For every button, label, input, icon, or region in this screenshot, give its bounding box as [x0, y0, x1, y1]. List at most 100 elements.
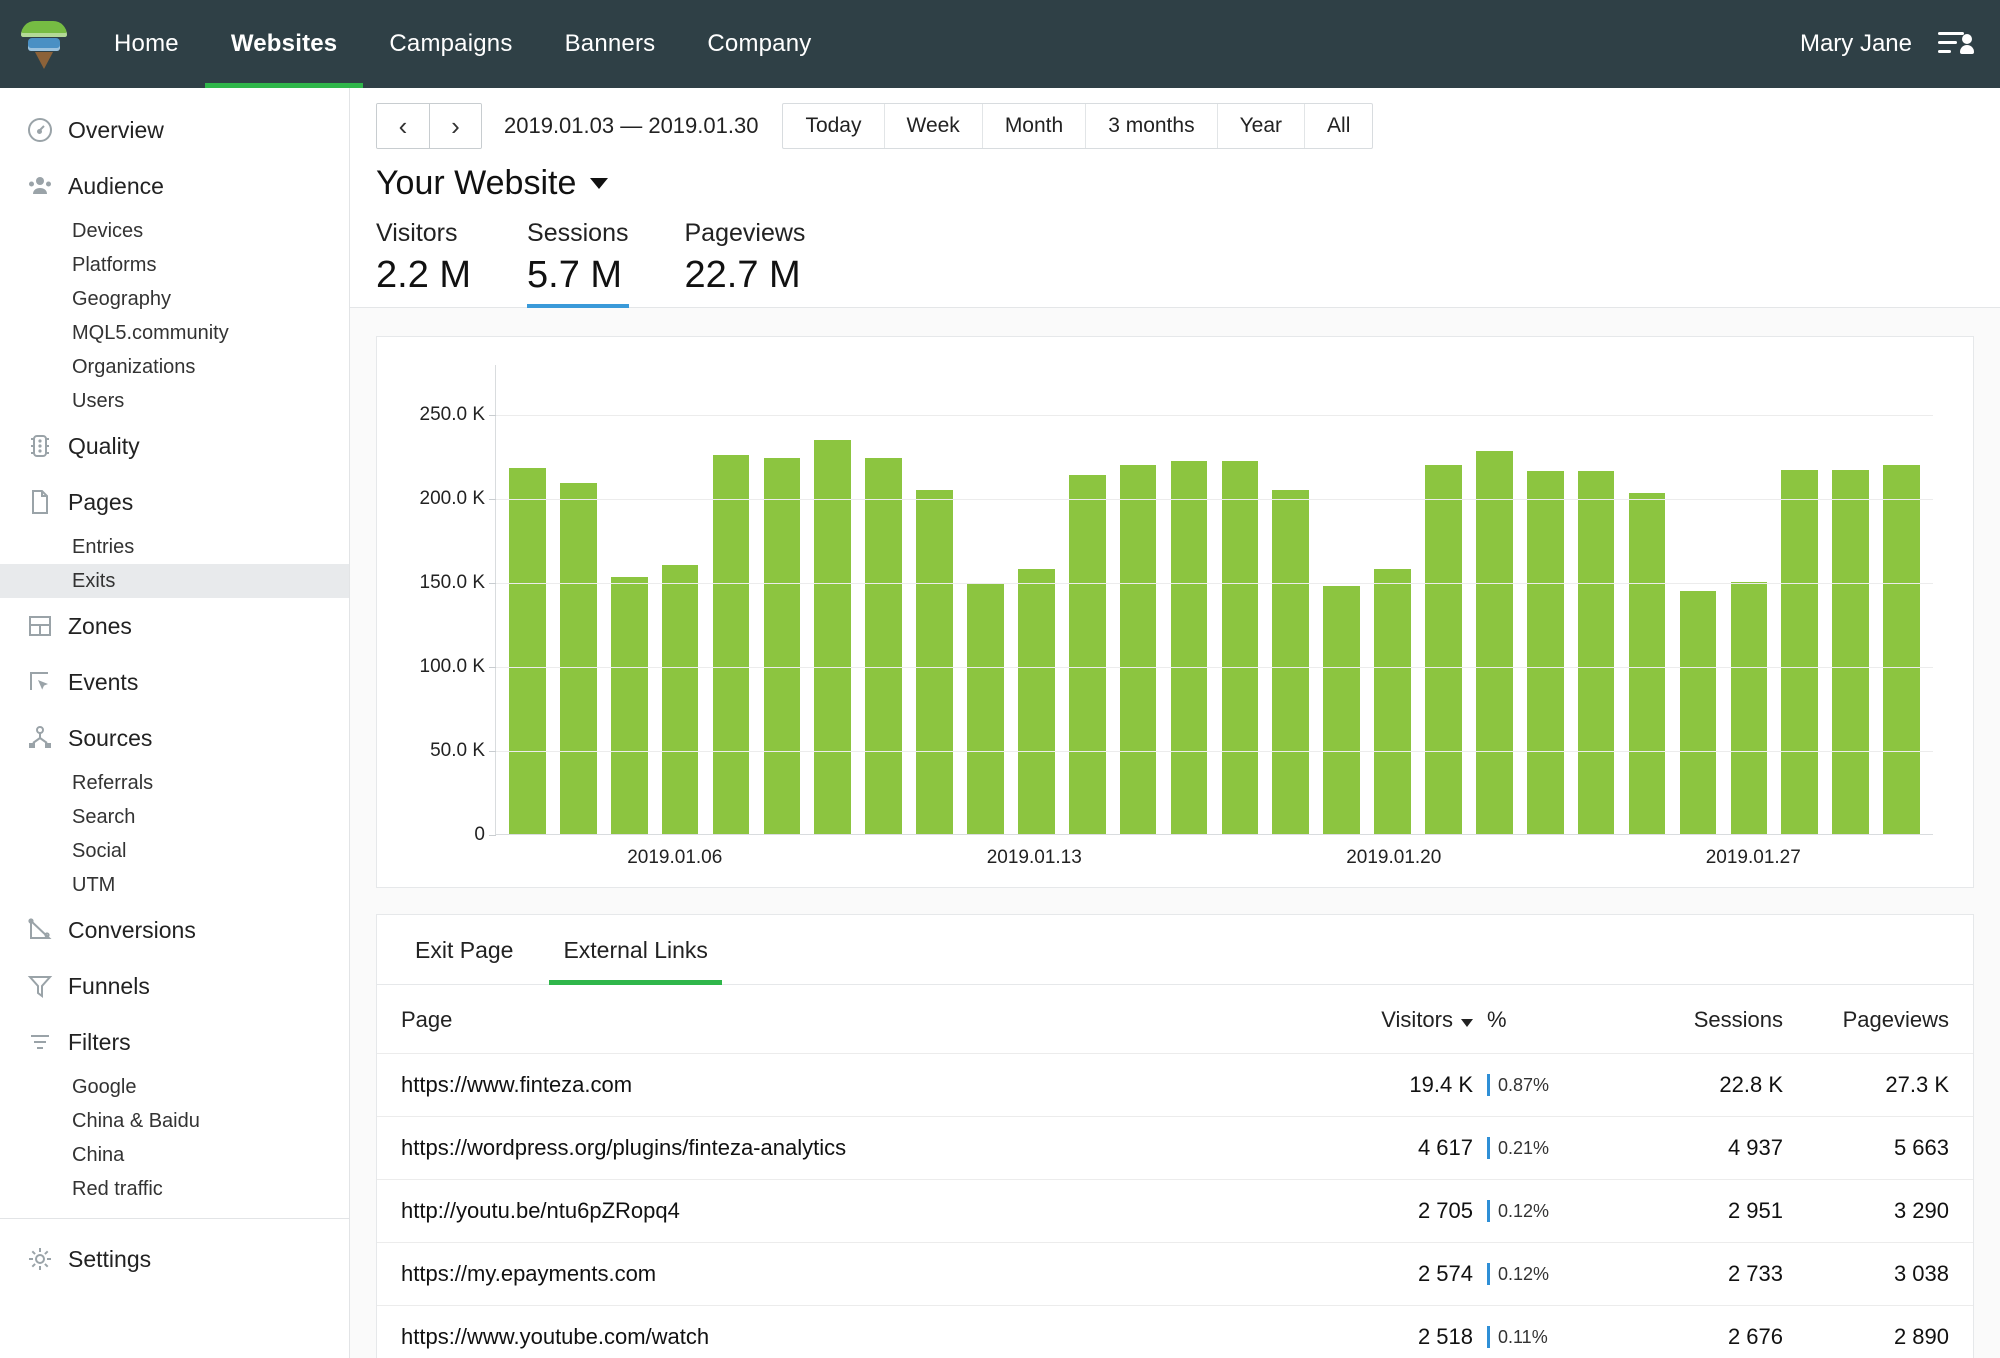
- date-preset-week[interactable]: Week: [883, 104, 982, 148]
- next-period-button[interactable]: ›: [429, 104, 481, 148]
- chart-bar-cell[interactable]: [1418, 365, 1469, 834]
- chart-bar[interactable]: [661, 565, 699, 834]
- chart-bar[interactable]: [1832, 469, 1869, 834]
- metric-tab-visitors[interactable]: Visitors 2.2 M: [376, 203, 471, 307]
- sidebar-item-conversions[interactable]: Conversions: [0, 902, 349, 958]
- user-list-icon[interactable]: [1938, 28, 1974, 60]
- column-header-percent[interactable]: %: [1473, 985, 1593, 1054]
- column-header-pageviews[interactable]: Pageviews: [1783, 985, 1973, 1054]
- nav-link-company[interactable]: Company: [681, 0, 837, 88]
- site-selector[interactable]: Your Website: [376, 164, 2000, 203]
- sidebar-item-funnels[interactable]: Funnels: [0, 958, 349, 1014]
- date-preset-today[interactable]: Today: [783, 104, 883, 148]
- sidebar-item-organizations[interactable]: Organizations: [0, 350, 349, 384]
- column-header-visitors[interactable]: Visitors: [1283, 985, 1473, 1054]
- cell-page[interactable]: https://www.finteza.com: [377, 1053, 1283, 1117]
- sidebar-item-sources[interactable]: Sources: [0, 710, 349, 766]
- chart-bar[interactable]: [1323, 585, 1361, 834]
- chart-bar[interactable]: [610, 577, 648, 834]
- chart-bar[interactable]: [763, 458, 801, 834]
- sidebar-item-devices[interactable]: Devices: [0, 214, 349, 248]
- column-header-sessions[interactable]: Sessions: [1593, 985, 1783, 1054]
- chart-bar-cell[interactable]: [1265, 365, 1316, 834]
- chart-bar[interactable]: [967, 583, 1004, 834]
- chart-bar-cell[interactable]: [1672, 365, 1723, 834]
- sidebar-item-social[interactable]: Social: [0, 834, 349, 868]
- nav-link-banners[interactable]: Banners: [539, 0, 682, 88]
- chart-bar[interactable]: [1577, 471, 1615, 834]
- chart-bar[interactable]: [509, 468, 546, 834]
- chart-bar-cell[interactable]: [1316, 365, 1367, 834]
- date-preset-year[interactable]: Year: [1216, 104, 1304, 148]
- chart-bar-cell[interactable]: [655, 365, 706, 834]
- chart-bar-cell[interactable]: [858, 365, 909, 834]
- chart-bar-cell[interactable]: [1825, 365, 1876, 834]
- chart-bar[interactable]: [560, 483, 597, 834]
- nav-link-websites[interactable]: Websites: [204, 0, 364, 88]
- chart-bar[interactable]: [916, 489, 953, 834]
- table-row[interactable]: https://www.finteza.com 19.4 K 0.87% 22.8 K…: [377, 1053, 1973, 1117]
- chart-bar-cell[interactable]: [1469, 365, 1520, 834]
- chart-bar[interactable]: [1679, 590, 1717, 834]
- chart-bar-cell[interactable]: [1214, 365, 1265, 834]
- date-range-label[interactable]: 2019.01.03 — 2019.01.30: [504, 113, 758, 139]
- date-preset-month[interactable]: Month: [981, 104, 1085, 148]
- chart-bar[interactable]: [712, 454, 750, 834]
- chart-bar[interactable]: [1170, 461, 1208, 834]
- cell-page[interactable]: http://youtu.be/ntu6pZRopq4: [377, 1179, 1283, 1243]
- table-row[interactable]: https://wordpress.org/plugins/finteza-an…: [377, 1116, 1973, 1180]
- chart-bar-cell[interactable]: [1876, 365, 1927, 834]
- chart-bar-cell[interactable]: [1571, 365, 1622, 834]
- chart-bar[interactable]: [1476, 451, 1513, 834]
- chart-bar[interactable]: [1221, 461, 1259, 834]
- chart-bar-cell[interactable]: [1723, 365, 1774, 834]
- chart-bar-cell[interactable]: [553, 365, 604, 834]
- sidebar-item-referrals[interactable]: Referrals: [0, 766, 349, 800]
- chart-bar[interactable]: [865, 458, 902, 834]
- cell-page[interactable]: https://wordpress.org/plugins/finteza-an…: [377, 1116, 1283, 1180]
- sidebar-item-zones[interactable]: Zones: [0, 598, 349, 654]
- sidebar-item-platforms[interactable]: Platforms: [0, 248, 349, 282]
- chart-bar-cell[interactable]: [756, 365, 807, 834]
- metric-tab-pageviews[interactable]: Pageviews 22.7 M: [685, 203, 806, 307]
- chart-bar-cell[interactable]: [909, 365, 960, 834]
- chart-bar-cell[interactable]: [1011, 365, 1062, 834]
- sidebar-item-quality[interactable]: Quality: [0, 418, 349, 474]
- nav-link-campaigns[interactable]: Campaigns: [363, 0, 538, 88]
- sidebar-item-search[interactable]: Search: [0, 800, 349, 834]
- chart-bar-cell[interactable]: [960, 365, 1011, 834]
- sidebar-item-red-traffic[interactable]: Red traffic: [0, 1172, 349, 1206]
- sidebar-item-audience[interactable]: Audience: [0, 158, 349, 214]
- chart-bar[interactable]: [1272, 489, 1310, 834]
- chart-bar-cell[interactable]: [1367, 365, 1418, 834]
- chart-bar[interactable]: [1425, 464, 1462, 834]
- sidebar-item-utm[interactable]: UTM: [0, 868, 349, 902]
- sidebar-item-events[interactable]: Events: [0, 654, 349, 710]
- chart-bar-cell[interactable]: [807, 365, 858, 834]
- date-preset-all[interactable]: All: [1304, 104, 1372, 148]
- chart-bar[interactable]: [1730, 582, 1768, 834]
- chart-bar-cell[interactable]: [1774, 365, 1825, 834]
- nav-link-home[interactable]: Home: [88, 0, 205, 88]
- sidebar-item-exits[interactable]: Exits: [0, 564, 349, 598]
- table-tab-exit-page[interactable]: Exit Page: [401, 915, 527, 984]
- sidebar-item-china[interactable]: China: [0, 1138, 349, 1172]
- chart-bar-cell[interactable]: [1113, 365, 1164, 834]
- chart-bar-cell[interactable]: [604, 365, 655, 834]
- cell-page[interactable]: https://my.epayments.com: [377, 1242, 1283, 1306]
- chart-bar-cell[interactable]: [502, 365, 553, 834]
- table-row[interactable]: https://my.epayments.com 2 574 0.12% 2 733 3…: [377, 1242, 1973, 1306]
- chart-bar-cell[interactable]: [1520, 365, 1571, 834]
- sidebar-item-geography[interactable]: Geography: [0, 282, 349, 316]
- chart-bar[interactable]: [1526, 471, 1564, 834]
- sidebar-item-overview[interactable]: Overview: [0, 102, 349, 158]
- sidebar-item-filters[interactable]: Filters: [0, 1014, 349, 1070]
- chart-bar[interactable]: [1018, 568, 1055, 834]
- logo-container[interactable]: [0, 19, 88, 69]
- metric-tab-sessions[interactable]: Sessions 5.7 M: [527, 203, 629, 308]
- table-row[interactable]: http://youtu.be/ntu6pZRopq4 2 705 0.12% 2 9…: [377, 1179, 1973, 1243]
- chart-bar[interactable]: [1119, 464, 1157, 834]
- chart-bar[interactable]: [1628, 493, 1666, 834]
- chart-bar[interactable]: [1374, 568, 1411, 834]
- sidebar-item-china-baidu[interactable]: China & Baidu: [0, 1104, 349, 1138]
